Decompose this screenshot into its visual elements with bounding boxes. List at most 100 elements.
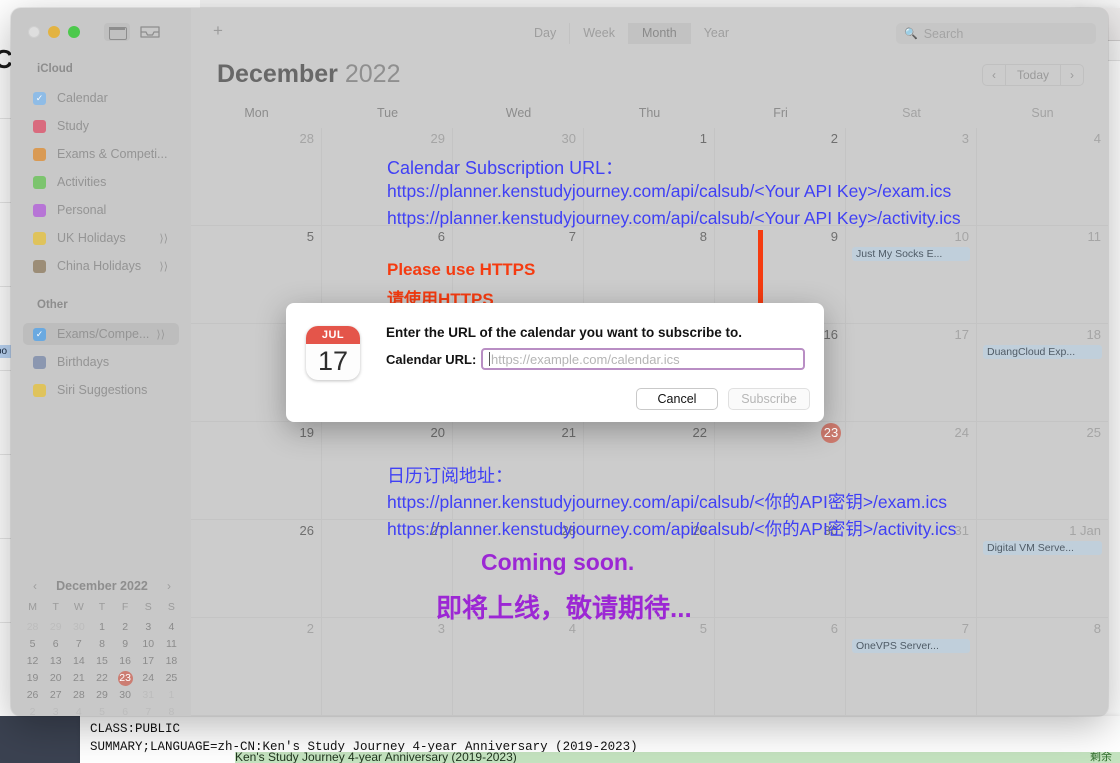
- today-button[interactable]: Today: [1004, 65, 1061, 85]
- day-cell[interactable]: 29: [322, 128, 453, 226]
- sidebar-item-uk-holidays[interactable]: UK Holidays ⟩⟩: [23, 227, 179, 249]
- day-cell[interactable]: 28: [191, 128, 322, 226]
- tab-month[interactable]: Month: [628, 23, 691, 44]
- view-segmented-control[interactable]: Day Week Month Year: [521, 23, 742, 44]
- day-cell[interactable]: 2: [191, 618, 322, 716]
- day-cell[interactable]: 7 OneVPS Server...: [846, 618, 977, 716]
- color-swatch-icon[interactable]: [33, 355, 46, 369]
- sidebar-item-activities[interactable]: Activities: [23, 171, 179, 193]
- event-chip[interactable]: Digital VM Serve...: [983, 541, 1102, 555]
- mini-day-cell[interactable]: 22: [90, 670, 113, 687]
- calendar-url-input[interactable]: https://example.com/calendar.ics: [481, 348, 805, 370]
- day-cell[interactable]: 22: [584, 422, 715, 520]
- mini-day-cell[interactable]: 8: [90, 636, 113, 653]
- mini-day-cell[interactable]: 21: [67, 670, 90, 687]
- next-month-button[interactable]: ›: [1061, 65, 1083, 85]
- close-button[interactable]: [28, 26, 40, 38]
- day-cell[interactable]: 3: [322, 618, 453, 716]
- day-cell[interactable]: 1: [584, 128, 715, 226]
- mini-day-cell[interactable]: 12: [21, 653, 44, 670]
- sidebar-item-siri-suggestions[interactable]: Siri Suggestions: [23, 379, 179, 401]
- event-chip[interactable]: OneVPS Server...: [852, 639, 970, 653]
- mini-day-cell[interactable]: 6: [114, 704, 137, 716]
- tab-week[interactable]: Week: [570, 23, 629, 44]
- mini-day-cell[interactable]: 5: [90, 704, 113, 716]
- tab-day[interactable]: Day: [521, 23, 571, 44]
- day-cell[interactable]: 20: [322, 422, 453, 520]
- mini-day-cell[interactable]: 10: [137, 636, 160, 653]
- mini-day-cell[interactable]: 14: [67, 653, 90, 670]
- mini-day-cell[interactable]: 24: [137, 670, 160, 687]
- day-cell[interactable]: 27: [322, 520, 453, 618]
- day-cell[interactable]: 18 DuangCloud Exp...: [977, 324, 1108, 422]
- mini-day-cell[interactable]: 28: [21, 619, 44, 636]
- mini-day-cell[interactable]: 20: [44, 670, 67, 687]
- day-cell[interactable]: 30: [715, 520, 846, 618]
- calendar-view-icon[interactable]: [104, 23, 130, 41]
- mini-day-cell[interactable]: 8: [160, 704, 183, 716]
- mini-next-month-button[interactable]: ›: [167, 579, 171, 593]
- day-cell[interactable]: 2: [715, 128, 846, 226]
- mini-day-cell[interactable]: 13: [44, 653, 67, 670]
- mini-day-cell[interactable]: 18: [160, 653, 183, 670]
- day-cell[interactable]: 19: [191, 422, 322, 520]
- mini-day-cell[interactable]: 29: [44, 619, 67, 636]
- day-cell[interactable]: 10 Just My Socks E...: [846, 226, 977, 324]
- mini-day-cell[interactable]: 2: [114, 619, 137, 636]
- event-chip[interactable]: Just My Socks E...: [852, 247, 970, 261]
- color-swatch-icon[interactable]: [33, 147, 46, 161]
- mini-day-cell[interactable]: 2: [21, 704, 44, 716]
- day-cell[interactable]: 23: [715, 422, 846, 520]
- mini-day-cell[interactable]: 4: [160, 619, 183, 636]
- day-cell[interactable]: 6: [715, 618, 846, 716]
- mini-day-cell[interactable]: 28: [67, 687, 90, 704]
- sidebar-item-exams-competitions[interactable]: Exams & Competi...: [23, 143, 179, 165]
- tab-year[interactable]: Year: [691, 23, 742, 44]
- mini-day-cell[interactable]: 15: [90, 653, 113, 670]
- mini-day-cell[interactable]: 7: [137, 704, 160, 716]
- color-swatch-icon[interactable]: [33, 119, 46, 133]
- sidebar-item-china-holidays[interactable]: China Holidays ⟩⟩: [23, 255, 179, 277]
- day-cell[interactable]: 5: [584, 618, 715, 716]
- mini-day-cell[interactable]: 27: [44, 687, 67, 704]
- color-swatch-icon[interactable]: [33, 259, 46, 273]
- mini-day-cell[interactable]: 1: [90, 619, 113, 636]
- sidebar-item-personal[interactable]: Personal: [23, 199, 179, 221]
- mini-day-cell[interactable]: 23: [114, 670, 137, 687]
- day-cell[interactable]: 8: [977, 618, 1108, 716]
- sidebar-item-calendar[interactable]: ✓ Calendar: [23, 87, 179, 109]
- add-event-button[interactable]: +: [213, 22, 223, 39]
- mini-day-cell[interactable]: 17: [137, 653, 160, 670]
- day-cell[interactable]: 17: [846, 324, 977, 422]
- mini-day-cell[interactable]: 31: [137, 687, 160, 704]
- mini-day-cell[interactable]: 30: [114, 687, 137, 704]
- mini-day-cell[interactable]: 11: [160, 636, 183, 653]
- date-navigation[interactable]: ‹ Today ›: [981, 64, 1084, 86]
- mini-day-cell[interactable]: 19: [21, 670, 44, 687]
- mini-day-cell[interactable]: 7: [67, 636, 90, 653]
- color-swatch-icon[interactable]: [33, 175, 46, 189]
- color-swatch-icon[interactable]: [33, 383, 46, 397]
- mini-prev-month-button[interactable]: ‹: [33, 579, 37, 593]
- day-cell[interactable]: 30: [453, 128, 584, 226]
- mini-day-cell[interactable]: 26: [21, 687, 44, 704]
- zoom-button[interactable]: [68, 26, 80, 38]
- color-swatch-icon[interactable]: [33, 231, 46, 245]
- day-cell[interactable]: 4: [453, 618, 584, 716]
- inbox-icon[interactable]: [137, 23, 163, 41]
- day-cell[interactable]: 11: [977, 226, 1108, 324]
- color-swatch-icon[interactable]: [33, 203, 46, 217]
- day-cell[interactable]: 1 Jan Digital VM Serve...: [977, 520, 1108, 618]
- checkbox-icon[interactable]: ✓: [33, 327, 46, 341]
- sidebar-item-birthdays[interactable]: Birthdays: [23, 351, 179, 373]
- search-input[interactable]: 🔍 Search: [896, 23, 1096, 44]
- mini-day-cell[interactable]: 1: [160, 687, 183, 704]
- sidebar-item-exams-compe[interactable]: ✓ Exams/Compe... ⟩⟩: [23, 323, 179, 345]
- mini-day-cell[interactable]: 29: [90, 687, 113, 704]
- checkbox-icon[interactable]: ✓: [33, 91, 46, 105]
- mini-day-cell[interactable]: 30: [67, 619, 90, 636]
- day-cell[interactable]: 31: [846, 520, 977, 618]
- day-cell[interactable]: 24: [846, 422, 977, 520]
- mini-day-cell[interactable]: 3: [137, 619, 160, 636]
- day-cell[interactable]: 25: [977, 422, 1108, 520]
